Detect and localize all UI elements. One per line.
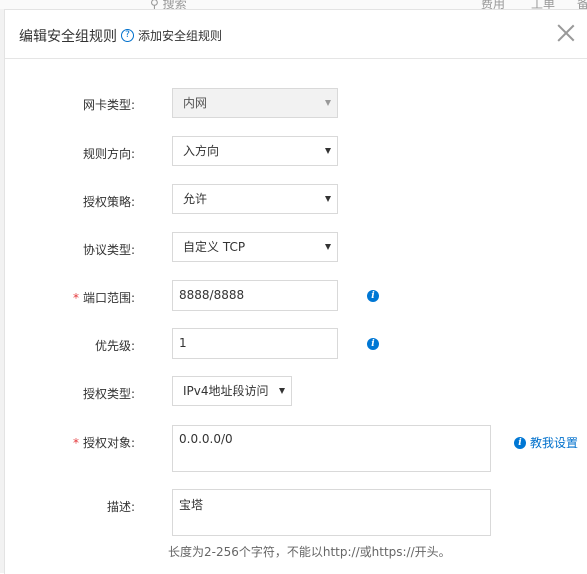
required-marker: * xyxy=(72,291,79,305)
add-rule-help-label: 添加安全组规则 xyxy=(138,29,223,43)
chevron-down-icon xyxy=(325,196,331,202)
add-rule-help-link[interactable]: ? 添加安全组规则 xyxy=(121,27,222,44)
auth-type-label: 授权类型: xyxy=(82,387,135,401)
close-icon[interactable] xyxy=(555,22,577,44)
auth-type-value: IPv4地址段访问 xyxy=(183,384,269,398)
background-search-text: 搜索 xyxy=(162,0,187,9)
policy-value: 允许 xyxy=(183,192,208,206)
setup-tutorial-link[interactable]: i 教我设置 xyxy=(514,434,578,451)
auth-object-label-text: 授权对象: xyxy=(82,436,135,450)
port-range-input[interactable]: 8888/8888 xyxy=(172,280,338,311)
edit-security-group-rule-dialog: 编辑安全组规则 ? 添加安全组规则 网卡类型: 内网 规则方向: 入方向 授权策… xyxy=(4,9,587,574)
auth-object-label: * 授权对象: xyxy=(5,434,135,451)
dialog-title: 编辑安全组规则 xyxy=(19,29,117,45)
background-nav-tickets: 工单 xyxy=(531,0,556,9)
chevron-down-icon xyxy=(325,244,331,250)
nic-type-value: 内网 xyxy=(183,96,208,110)
priority-input[interactable]: 1 xyxy=(172,328,338,359)
auth-type-select[interactable]: IPv4地址段访问 xyxy=(172,376,292,406)
question-circle-icon: ? xyxy=(121,29,134,42)
direction-label: 规则方向: xyxy=(82,147,135,161)
auth-object-textarea[interactable]: 0.0.0.0/0 xyxy=(172,425,491,472)
port-range-label-text: 端口范围: xyxy=(82,291,135,305)
chevron-down-icon xyxy=(325,100,331,106)
description-textarea[interactable]: 宝塔 xyxy=(172,489,491,536)
setup-tutorial-label: 教我设置 xyxy=(530,436,579,450)
background-nav-fees: 费用 xyxy=(481,0,506,9)
policy-select[interactable]: 允许 xyxy=(172,184,338,214)
nic-type-label: 网卡类型: xyxy=(82,98,135,112)
protocol-value: 自定义 TCP xyxy=(183,240,246,254)
dialog-header: 编辑安全组规则 ? 添加安全组规则 xyxy=(5,10,587,59)
direction-value: 入方向 xyxy=(183,144,220,158)
protocol-label: 协议类型: xyxy=(82,243,135,257)
direction-select[interactable]: 入方向 xyxy=(172,136,338,166)
chevron-down-icon xyxy=(279,388,285,394)
info-icon[interactable]: i xyxy=(367,338,379,350)
chevron-down-icon xyxy=(325,148,331,154)
description-label: 描述: xyxy=(106,500,135,514)
port-range-label: * 端口范围: xyxy=(5,289,135,306)
nic-type-select: 内网 xyxy=(172,88,338,118)
required-marker: * xyxy=(72,436,79,450)
background-nav-other: 备 xyxy=(577,0,587,9)
info-icon: i xyxy=(514,436,526,449)
info-icon[interactable]: i xyxy=(367,290,379,302)
priority-label: 优先级: xyxy=(94,339,135,353)
description-hint: 长度为2-256个字符，不能以http://或https://开头。 xyxy=(168,545,451,559)
background-header: ⚲ 搜索 费用 工单 备 xyxy=(0,0,587,9)
policy-label: 授权策略: xyxy=(82,195,135,209)
protocol-select[interactable]: 自定义 TCP xyxy=(172,232,338,262)
background-search: ⚲ 搜索 xyxy=(150,0,187,9)
